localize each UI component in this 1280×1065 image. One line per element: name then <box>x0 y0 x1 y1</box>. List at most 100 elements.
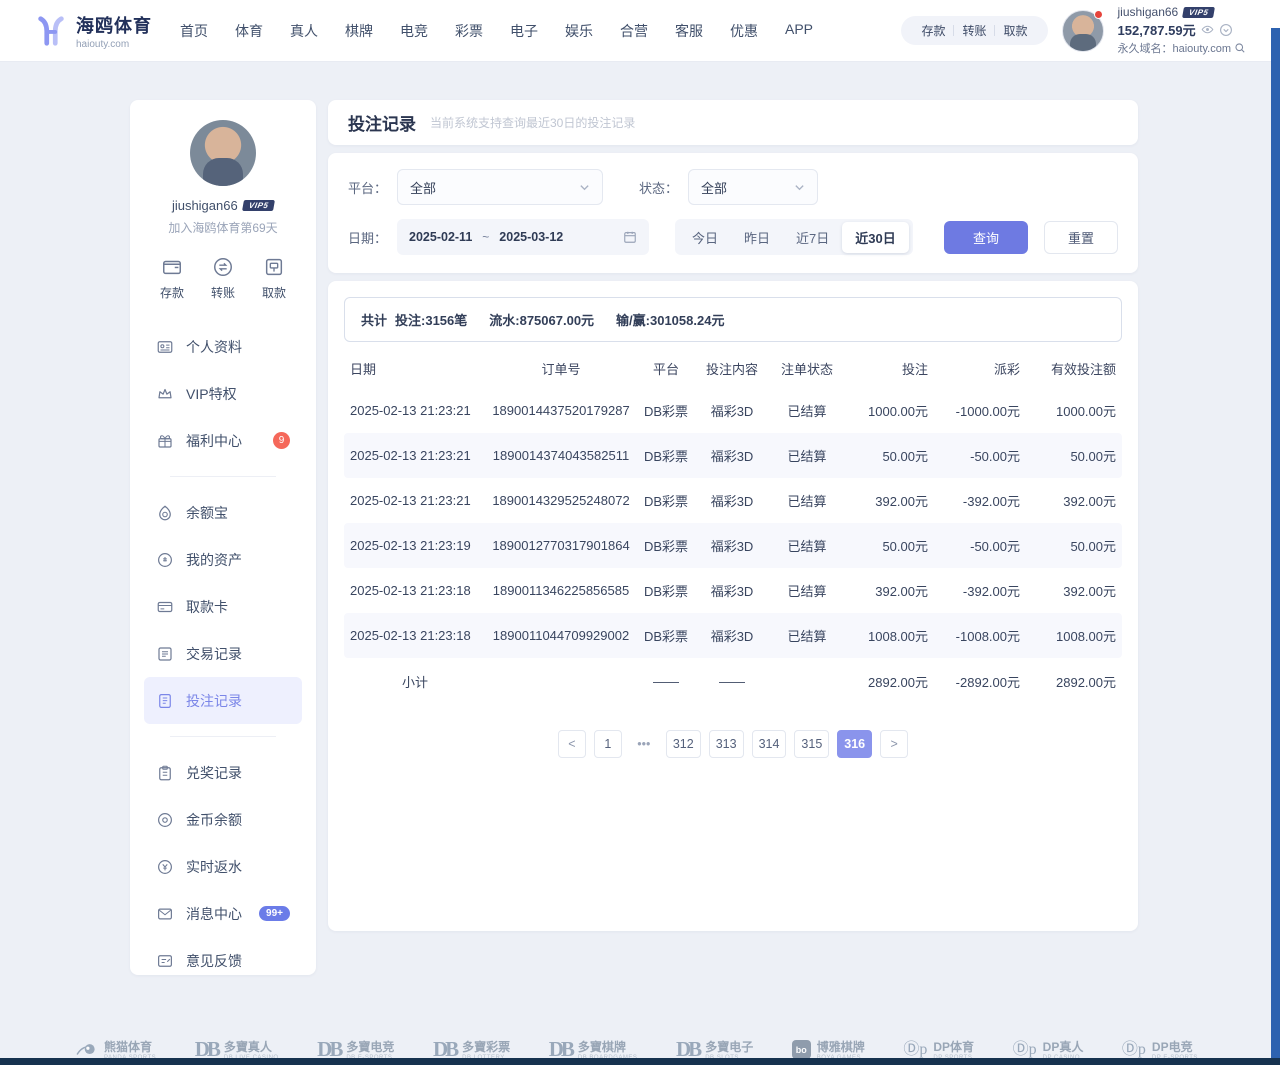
profile-avatar[interactable] <box>190 120 256 186</box>
balance-treasure-icon <box>156 504 174 522</box>
join-days-note: 加入海鸥体育第69天 <box>130 219 316 236</box>
page-313-button[interactable]: 313 <box>709 730 744 758</box>
date-start: 2025-02-11 <box>409 230 472 244</box>
page-subtitle: 当前系统支持查询最近30日的投注记录 <box>430 114 635 131</box>
table-header-row: 日期 订单号 平台 投注内容 注单状态 投注 派彩 有效投注额 <box>344 348 1122 388</box>
platform-value: 全部 <box>410 178 436 197</box>
date-range-input[interactable]: 2025-02-11 ~ 2025-03-12 <box>397 219 649 255</box>
search-icon[interactable] <box>1234 42 1246 54</box>
deposit-link[interactable]: 存款 <box>913 22 953 39</box>
nav-promos[interactable]: 优惠 <box>730 21 758 41</box>
brand-name: 海鸥体育 <box>76 12 152 38</box>
page-1-button[interactable]: 1 <box>594 730 622 758</box>
nav-entertainment[interactable]: 娱乐 <box>565 21 593 41</box>
next-page-button[interactable]: > <box>880 730 908 758</box>
bet-record-icon <box>156 692 174 710</box>
transfer-icon <box>212 256 234 278</box>
status-select[interactable]: 全部 <box>688 169 818 205</box>
sidebar-item-transactions[interactable]: 交易记录 <box>144 630 302 677</box>
sidebar-item-rebate[interactable]: 实时返水 <box>144 843 302 890</box>
nav-home[interactable]: 首页 <box>180 21 208 41</box>
page-316-button[interactable]: 316 <box>837 730 872 758</box>
sidebar-item-assets[interactable]: 我的资产 <box>144 536 302 583</box>
sidebar-item-coin-balance[interactable]: 金币余额 <box>144 796 302 843</box>
main-content: 投注记录 当前系统支持查询最近30日的投注记录 平台： 全部 状态： 全部 日期… <box>328 100 1138 931</box>
col-status: 注单状态 <box>768 359 846 378</box>
panda-sports-icon <box>76 1041 98 1059</box>
sidebar-item-prize-records[interactable]: 兑奖记录 <box>144 749 302 796</box>
withdraw-button[interactable]: 取款 <box>262 256 286 301</box>
col-payout: 派彩 <box>934 359 1026 378</box>
sidebar-item-label: 实时返水 <box>186 857 290 877</box>
records-panel: 共计 投注:3156笔 流水:875067.00元 输/赢:301058.24元… <box>328 281 1138 931</box>
col-platform: 平台 <box>636 359 696 378</box>
query-button[interactable]: 查询 <box>944 221 1028 254</box>
transfer-link[interactable]: 转账 <box>954 22 994 39</box>
sidebar-item-profile[interactable]: 个人资料 <box>144 323 302 370</box>
page-312-button[interactable]: 312 <box>666 730 701 758</box>
refresh-balance-icon[interactable] <box>1219 23 1233 37</box>
wallet-icon <box>161 256 183 278</box>
sidebar-item-label: 余额宝 <box>186 503 290 523</box>
nav-live[interactable]: 真人 <box>290 21 318 41</box>
bet-records-table: 日期 订单号 平台 投注内容 注单状态 投注 派彩 有效投注额 2025-02-… <box>344 348 1122 704</box>
sidebar-item-feedback[interactable]: 意见反馈 <box>144 937 302 975</box>
assets-icon <box>156 551 174 569</box>
col-order-no: 订单号 <box>486 359 636 378</box>
withdraw-link[interactable]: 取款 <box>995 22 1035 39</box>
sidebar-item-messages[interactable]: 消息中心 99+ <box>144 890 302 937</box>
chevron-down-icon <box>794 182 805 193</box>
sidebar-vip-badge: VIP5 <box>242 200 275 211</box>
boya-mark-icon: bo <box>792 1040 811 1059</box>
nav-boardgames[interactable]: 棋牌 <box>345 21 373 41</box>
page-title: 投注记录 <box>348 110 416 135</box>
nav-affiliate[interactable]: 合营 <box>620 21 648 41</box>
col-content: 投注内容 <box>696 359 768 378</box>
range-7days[interactable]: 近7日 <box>783 222 842 253</box>
bank-card-icon <box>156 598 174 616</box>
table-row: 2025-02-13 21:23:21 1890014329525248072 … <box>344 478 1122 523</box>
balance: 152,787.59元 <box>1118 20 1196 39</box>
sidebar-item-withdraw-card[interactable]: 取款卡 <box>144 583 302 630</box>
reset-button[interactable]: 重置 <box>1044 221 1118 254</box>
nav-support[interactable]: 客服 <box>675 21 703 41</box>
sidebar-item-yuebao[interactable]: 余额宝 <box>144 489 302 536</box>
status-value: 全部 <box>701 178 727 197</box>
page-315-button[interactable]: 315 <box>794 730 829 758</box>
platform-select[interactable]: 全部 <box>397 169 603 205</box>
pagination-ellipsis: ••• <box>630 730 658 758</box>
permanent-domain-note: 永久域名：haiouty.com <box>1118 40 1232 56</box>
range-yesterday[interactable]: 昨日 <box>731 222 783 253</box>
gift-icon <box>156 432 174 450</box>
col-bet: 投注 <box>846 359 934 378</box>
db-mark-icon: DB <box>433 1039 456 1060</box>
summary-prefix: 共计 <box>361 310 387 329</box>
seagull-logo-icon <box>34 14 68 48</box>
nav-sports[interactable]: 体育 <box>235 21 263 41</box>
date-end: 2025-03-12 <box>499 230 563 244</box>
eye-icon[interactable] <box>1201 23 1214 36</box>
sidebar-item-label: 交易记录 <box>186 644 290 664</box>
feedback-icon <box>156 952 174 970</box>
username: jiushigan66 <box>1118 5 1179 19</box>
sidebar-item-vip[interactable]: VIP特权 <box>144 370 302 417</box>
main-nav: 首页 体育 真人 棋牌 电竞 彩票 电子 娱乐 合营 客服 优惠 APP <box>180 21 813 41</box>
prev-page-button[interactable]: < <box>558 730 586 758</box>
summary-turnover: 流水:875067.00元 <box>489 310 594 329</box>
sidebar-item-welfare[interactable]: 福利中心 9 <box>144 417 302 464</box>
page-314-button[interactable]: 314 <box>752 730 787 758</box>
brand-domain: haiouty.com <box>76 39 152 50</box>
deposit-button[interactable]: 存款 <box>160 256 184 301</box>
nav-app[interactable]: APP <box>785 21 813 41</box>
withdraw-label: 取款 <box>262 284 286 301</box>
range-today[interactable]: 今日 <box>679 222 731 253</box>
sidebar-item-label: 福利中心 <box>186 431 261 451</box>
nav-esports[interactable]: 电竞 <box>400 21 428 41</box>
range-30days[interactable]: 近30日 <box>842 222 908 253</box>
transfer-button[interactable]: 转账 <box>211 256 235 301</box>
col-date: 日期 <box>344 359 486 378</box>
brand-logo[interactable]: 海鸥体育 haiouty.com <box>34 12 152 50</box>
nav-slots[interactable]: 电子 <box>510 21 538 41</box>
nav-lottery[interactable]: 彩票 <box>455 21 483 41</box>
sidebar-item-bet-records[interactable]: 投注记录 <box>144 677 302 724</box>
